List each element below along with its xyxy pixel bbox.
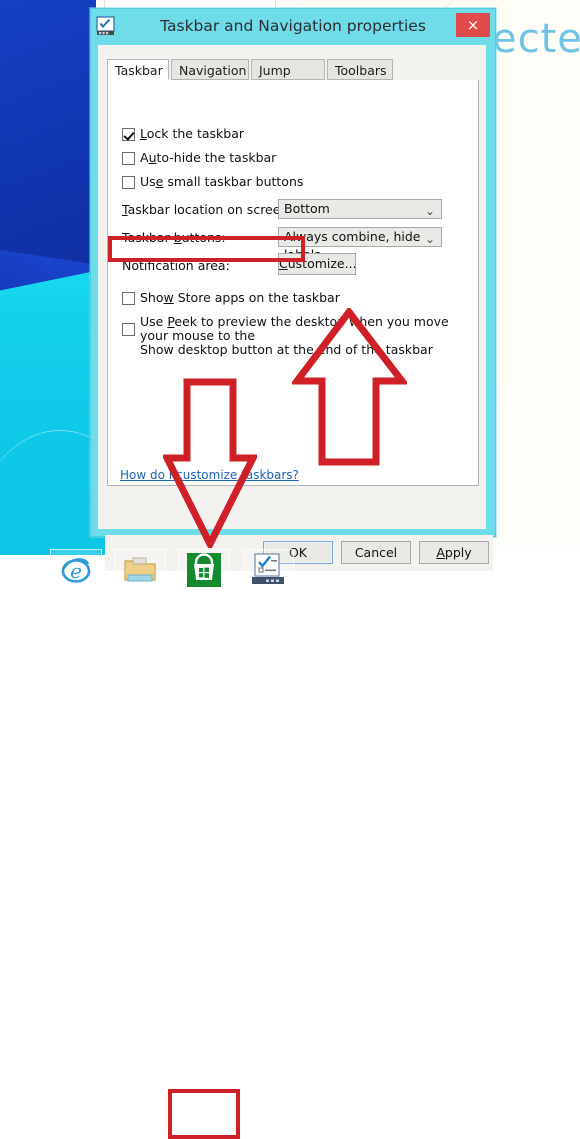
dialog-title: Taskbar and Navigation properties — [160, 17, 426, 35]
taskbar-properties-icon — [252, 553, 284, 584]
select-taskbar-location-value: Bottom — [284, 201, 330, 216]
help-link-customize-taskbars[interactable]: How do I customize taskbars? — [120, 468, 299, 482]
chevron-down-icon: ⌄ — [424, 204, 435, 218]
label-taskbar-buttons: Taskbar buttons: — [122, 230, 226, 245]
checkbox-use-peek-label: Use Peek to preview the desktop when you… — [140, 314, 449, 357]
close-button[interactable]: × — [456, 13, 490, 37]
checkbox-small-taskbar-buttons[interactable] — [122, 176, 135, 189]
tab-taskbar[interactable]: Taskbar — [107, 59, 169, 80]
start-button[interactable] — [2, 549, 54, 591]
select-taskbar-location[interactable]: Bottom ⌄ — [278, 199, 442, 219]
folder-icon — [124, 557, 156, 582]
taskbar-tab-panel: Lock the taskbar Auto-hide the taskbar U… — [107, 80, 479, 486]
red-rectangle-store-taskbar-icon — [168, 1089, 240, 1139]
checkbox-lock-taskbar[interactable] — [122, 128, 135, 141]
checkbox-show-store-apps[interactable] — [122, 292, 135, 305]
dialog-titlebar: Taskbar and Navigation properties × — [91, 9, 495, 45]
chevron-down-icon: ⌄ — [424, 232, 435, 246]
tab-strip: Taskbar Navigation Jump Lists Toolbars — [107, 59, 479, 99]
select-taskbar-buttons[interactable]: Always combine, hide labels ⌄ — [278, 227, 442, 262]
file-explorer-button[interactable] — [114, 549, 166, 591]
label-taskbar-location: Taskbar location on screen: — [122, 202, 293, 217]
tab-jump-lists[interactable]: Jump Lists — [251, 59, 325, 99]
taskbar: e — [0, 546, 580, 1139]
dialog-body: Taskbar Navigation Jump Lists Toolbars L… — [98, 45, 493, 571]
windows-logo-icon — [16, 558, 41, 582]
store-button[interactable] — [178, 549, 230, 591]
label-notification-area: Notification area: — [122, 258, 230, 273]
checkbox-show-store-apps-label: Show Store apps on the taskbar — [140, 290, 340, 305]
customize-button[interactable]: Customize... — [278, 253, 357, 275]
tab-navigation[interactable]: Navigation — [171, 59, 249, 80]
tab-toolbars[interactable]: Toolbars — [327, 59, 393, 80]
store-bag-icon — [187, 553, 221, 587]
checkbox-small-taskbar-buttons-label: Use small taskbar buttons — [140, 174, 304, 189]
taskbar-properties-dialog: Taskbar and Navigation properties × Task… — [90, 8, 496, 571]
checkbox-auto-hide-taskbar-label: Auto-hide the taskbar — [140, 150, 277, 165]
checkbox-auto-hide-taskbar[interactable] — [122, 152, 135, 165]
internet-explorer-button[interactable]: e — [50, 549, 102, 591]
checkbox-use-peek[interactable] — [122, 323, 135, 336]
svg-text:e: e — [70, 559, 82, 583]
checkbox-lock-taskbar-label: Lock the taskbar — [140, 126, 245, 141]
internet-explorer-icon: e — [61, 558, 91, 583]
taskbar-properties-button[interactable] — [244, 549, 294, 591]
background-text: ecte — [492, 16, 580, 62]
